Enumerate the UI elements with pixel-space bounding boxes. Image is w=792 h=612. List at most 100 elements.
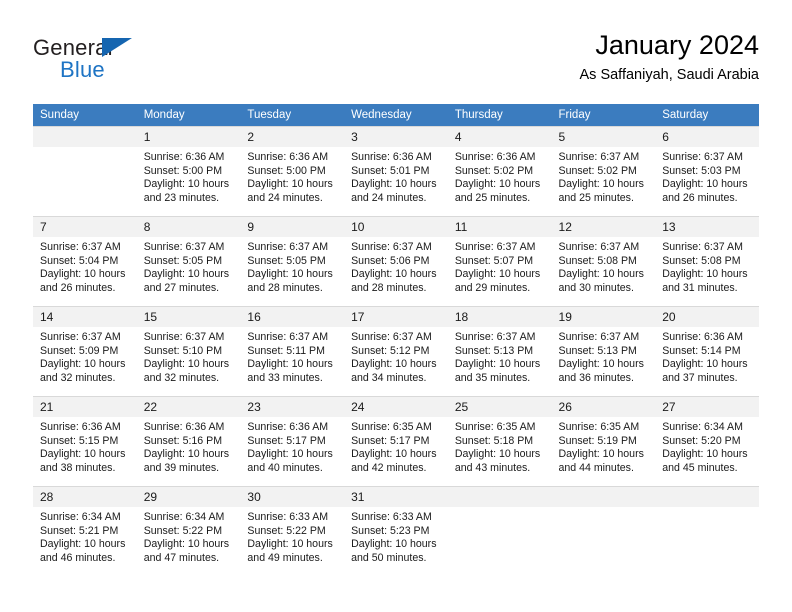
sunset-text: Sunset: 5:04 PM — [40, 254, 119, 267]
daylight-text-line1: Daylight: 10 hours — [143, 538, 230, 551]
day-cell[interactable]: 2 Sunrise: 6:36 AM Sunset: 5:00 PM Daylight… — [240, 126, 345, 216]
day-cell[interactable]: 28 Sunrise: 6:34 AM Sunset: 5:21 PM Dayligh… — [33, 486, 137, 576]
sun-info: Sunrise: 6:37 AM Sunset: 5:08 PM Daylight:… — [655, 237, 759, 295]
page-subtitle: As Saffaniyah, Saudi Arabia — [579, 67, 760, 83]
sunrise-text: Sunrise: 6:36 AM — [143, 151, 225, 163]
sun-info: Sunrise: 6:37 AM Sunset: 5:05 PM Daylight:… — [240, 237, 344, 295]
sun-info: Sunrise: 6:36 AM Sunset: 5:01 PM Daylight:… — [344, 147, 448, 205]
day-cell[interactable]: 12 Sunrise: 6:37 AM Sunset: 5:08 PM Dayligh… — [551, 216, 656, 306]
sun-info: Sunrise: 6:36 AM Sunset: 5:17 PM Daylight:… — [240, 417, 344, 475]
sunrise-text: Sunrise: 6:37 AM — [454, 331, 536, 343]
day-cell[interactable]: 29 Sunrise: 6:34 AM Sunset: 5:22 PM Dayligh… — [136, 486, 241, 576]
day-cell[interactable]: 4 Sunrise: 6:36 AM Sunset: 5:02 PM Daylight… — [447, 126, 552, 216]
sunrise-text: Sunrise: 6:37 AM — [558, 331, 640, 343]
sunset-text: Sunset: 5:20 PM — [662, 434, 741, 447]
day-cell[interactable]: 26 Sunrise: 6:35 AM Sunset: 5:19 PM Dayligh… — [551, 396, 656, 486]
sunrise-text: Sunrise: 6:37 AM — [558, 151, 640, 163]
sunrise-text: Sunrise: 6:33 AM — [247, 511, 329, 523]
daylight-text-line1: Daylight: 10 hours — [40, 268, 126, 281]
sun-info: Sunrise: 6:37 AM Sunset: 5:04 PM Daylight:… — [33, 237, 137, 295]
day-cell-inner: 2 Sunrise: 6:36 AM Sunset: 5:00 PM Daylight… — [240, 126, 345, 216]
day-cell[interactable]: 13 Sunrise: 6:37 AM Sunset: 5:08 PM Dayligh… — [655, 216, 759, 306]
day-cell-inner: 9 Sunrise: 6:37 AM Sunset: 5:05 PM Daylight… — [240, 216, 345, 306]
day-number: 5 — [551, 127, 656, 147]
day-cell[interactable]: 23 Sunrise: 6:36 AM Sunset: 5:17 PM Dayligh… — [240, 396, 345, 486]
day-number: 13 — [655, 217, 759, 237]
sunset-text: Sunset: 5:11 PM — [247, 344, 325, 357]
daylight-text-line1: Daylight: 10 hours — [351, 268, 437, 281]
day-cell[interactable]: 3 Sunrise: 6:36 AM Sunset: 5:01 PM Daylight… — [344, 126, 448, 216]
day-number: 28 — [33, 487, 137, 507]
sun-info: Sunrise: 6:37 AM Sunset: 5:11 PM Daylight:… — [240, 327, 344, 385]
day-cell[interactable]: 9 Sunrise: 6:37 AM Sunset: 5:05 PM Daylight… — [240, 216, 345, 306]
sunset-text: Sunset: 5:13 PM — [454, 344, 534, 357]
daylight-text-line1: Daylight: 10 hours — [143, 448, 230, 461]
day-cell[interactable]: 24 Sunrise: 6:35 AM Sunset: 5:17 PM Dayligh… — [344, 396, 448, 486]
day-cell[interactable]: 17 Sunrise: 6:37 AM Sunset: 5:12 PM Dayligh… — [344, 306, 448, 396]
daylight-text-line2: and 32 minutes. — [143, 371, 220, 384]
logo-text-general: General — [33, 36, 203, 60]
sunset-text: Sunset: 5:13 PM — [558, 344, 637, 357]
day-cell[interactable]: 6 Sunrise: 6:37 AM Sunset: 5:03 PM Daylight… — [655, 126, 759, 216]
day-cell-inner: 27 Sunrise: 6:34 AM Sunset: 5:20 PM Dayligh… — [655, 396, 759, 486]
general-blue-logo: General Blue — [33, 36, 203, 90]
sunset-text: Sunset: 5:07 PM — [454, 254, 534, 267]
sunset-text: Sunset: 5:18 PM — [454, 434, 534, 447]
sunset-text: Sunset: 5:00 PM — [247, 164, 326, 177]
day-cell[interactable]: 8 Sunrise: 6:37 AM Sunset: 5:05 PM Daylight… — [136, 216, 241, 306]
sunset-text: Sunset: 5:08 PM — [662, 254, 741, 267]
day-cell[interactable]: 14 Sunrise: 6:37 AM Sunset: 5:09 PM Dayligh… — [33, 306, 137, 396]
day-cell[interactable]: 25 Sunrise: 6:35 AM Sunset: 5:18 PM Dayligh… — [447, 396, 552, 486]
day-cell[interactable]: 20 Sunrise: 6:36 AM Sunset: 5:14 PM Dayligh… — [655, 306, 759, 396]
day-cell[interactable]: 21 Sunrise: 6:36 AM Sunset: 5:15 PM Dayligh… — [33, 396, 137, 486]
day-cell[interactable]: 31 Sunrise: 6:33 AM Sunset: 5:23 PM Dayligh… — [344, 486, 448, 576]
sunrise-text: Sunrise: 6:34 AM — [40, 511, 121, 523]
sunset-text: Sunset: 5:10 PM — [143, 344, 223, 357]
sun-info: Sunrise: 6:34 AM Sunset: 5:21 PM Daylight:… — [33, 507, 137, 565]
sunset-text: Sunset: 5:02 PM — [454, 164, 534, 177]
sunrise-text: Sunrise: 6:36 AM — [247, 421, 329, 433]
day-number: 2 — [240, 127, 345, 147]
day-cell[interactable]: 30 Sunrise: 6:33 AM Sunset: 5:22 PM Dayligh… — [240, 486, 345, 576]
day-cell[interactable]: 5 Sunrise: 6:37 AM Sunset: 5:02 PM Daylight… — [551, 126, 656, 216]
page-title: January 2024 — [595, 30, 759, 60]
daylight-text-line2: and 26 minutes. — [40, 281, 116, 294]
daylight-text-line1: Daylight: 10 hours — [558, 448, 644, 461]
day-cell-inner: 24 Sunrise: 6:35 AM Sunset: 5:17 PM Dayligh… — [344, 396, 448, 486]
day-cell-inner — [655, 486, 759, 576]
day-cell[interactable]: 18 Sunrise: 6:37 AM Sunset: 5:13 PM Dayligh… — [447, 306, 552, 396]
sunrise-text: Sunrise: 6:37 AM — [662, 241, 743, 253]
sun-info: Sunrise: 6:36 AM Sunset: 5:02 PM Daylight:… — [448, 147, 552, 205]
day-number: 14 — [33, 307, 137, 327]
day-number: 29 — [136, 487, 241, 507]
daylight-text-line2: and 43 minutes. — [454, 461, 531, 474]
daylight-text-line1: Daylight: 10 hours — [351, 538, 437, 551]
sunrise-text: Sunrise: 6:36 AM — [40, 421, 121, 433]
day-cell-inner: 3 Sunrise: 6:36 AM Sunset: 5:01 PM Daylight… — [344, 126, 448, 216]
day-cell[interactable]: 22 Sunrise: 6:36 AM Sunset: 5:16 PM Dayligh… — [136, 396, 241, 486]
day-cell[interactable]: 16 Sunrise: 6:37 AM Sunset: 5:11 PM Dayligh… — [240, 306, 345, 396]
sun-info: Sunrise: 6:33 AM Sunset: 5:23 PM Daylight:… — [344, 507, 448, 565]
day-number — [655, 487, 759, 507]
day-number: 16 — [240, 307, 345, 327]
day-cell[interactable]: 7 Sunrise: 6:37 AM Sunset: 5:04 PM Daylight… — [33, 216, 137, 306]
day-cell-inner: 10 Sunrise: 6:37 AM Sunset: 5:06 PM Dayligh… — [344, 216, 448, 306]
daylight-text-line2: and 27 minutes. — [143, 281, 220, 294]
sun-info: Sunrise: 6:36 AM Sunset: 5:14 PM Daylight:… — [655, 327, 759, 385]
day-cell[interactable]: 11 Sunrise: 6:37 AM Sunset: 5:07 PM Dayligh… — [447, 216, 552, 306]
sunrise-text: Sunrise: 6:37 AM — [143, 331, 225, 343]
calendar-body: 1 Sunrise: 6:36 AM Sunset: 5:00 PM Daylight… — [33, 126, 759, 576]
sunset-text: Sunset: 5:05 PM — [247, 254, 326, 267]
day-cell-inner: 4 Sunrise: 6:36 AM Sunset: 5:02 PM Daylight… — [447, 126, 552, 216]
day-cell-inner: 23 Sunrise: 6:36 AM Sunset: 5:17 PM Dayligh… — [240, 396, 345, 486]
day-cell[interactable]: 15 Sunrise: 6:37 AM Sunset: 5:10 PM Dayligh… — [136, 306, 241, 396]
day-number: 19 — [551, 307, 656, 327]
day-cell[interactable]: 19 Sunrise: 6:37 AM Sunset: 5:13 PM Dayligh… — [551, 306, 656, 396]
day-cell[interactable]: 27 Sunrise: 6:34 AM Sunset: 5:20 PM Dayligh… — [655, 396, 759, 486]
daylight-text-line2: and 35 minutes. — [454, 371, 531, 384]
day-cell-inner: 14 Sunrise: 6:37 AM Sunset: 5:09 PM Dayligh… — [33, 306, 137, 396]
page-header: General Blue January 2024 As Saffaniyah,… — [33, 28, 759, 96]
day-cell[interactable]: 1 Sunrise: 6:36 AM Sunset: 5:00 PM Daylight… — [136, 126, 241, 216]
day-cell[interactable]: 10 Sunrise: 6:37 AM Sunset: 5:06 PM Dayligh… — [344, 216, 448, 306]
daylight-text-line1: Daylight: 10 hours — [662, 358, 748, 371]
